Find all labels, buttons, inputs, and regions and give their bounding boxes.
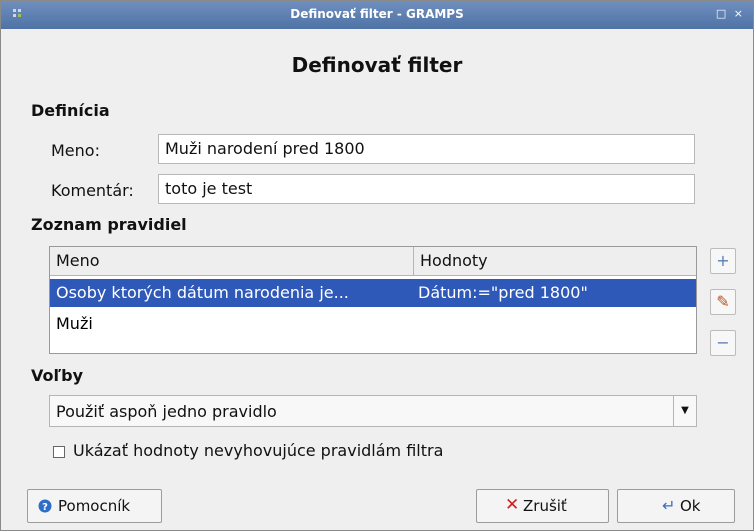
invert-option[interactable]: Ukázať hodnoty nevyhovujúce pravidlám fi… <box>53 441 443 460</box>
column-separator[interactable] <box>413 247 414 275</box>
title-bar: Definovať filter - GRAMPS □ × <box>1 1 753 29</box>
chevron-down-icon[interactable]: ▼ <box>673 396 696 426</box>
ok-button[interactable]: ↵ Ok <box>617 489 735 523</box>
rule-name: Osoby ktorých dátum narodenia je... <box>56 283 349 302</box>
invert-checkbox-label: Ukázať hodnoty nevyhovujúce pravidlám fi… <box>73 441 444 460</box>
section-options: Voľby <box>31 366 84 385</box>
rule-row[interactable]: Osoby ktorých dátum narodenia je... Dátu… <box>50 279 696 307</box>
edit-rule-button[interactable]: ✎ <box>710 289 736 315</box>
help-button-label: Pomocník <box>58 497 131 515</box>
invert-checkbox[interactable] <box>53 445 65 458</box>
rule-name: Muži <box>56 314 93 333</box>
name-field[interactable]: Muži narodení pred 1800 <box>158 134 695 164</box>
window-title: Definovať filter - GRAMPS <box>290 7 464 21</box>
rule-values: Dátum:="pred 1800" <box>418 283 588 302</box>
dialog-heading: Definovať filter <box>291 53 463 77</box>
column-header-name[interactable]: Meno <box>56 251 100 270</box>
comment-field[interactable]: toto je test <box>158 174 695 204</box>
column-header-values[interactable]: Hodnoty <box>420 251 488 270</box>
remove-rule-button[interactable]: − <box>710 330 736 356</box>
dialog-window: Definovať filter - GRAMPS □ × Definovať … <box>0 0 754 531</box>
rule-mode-value: Použiť aspoň jedno pravidlo <box>56 402 277 421</box>
help-icon: ? <box>38 499 52 513</box>
section-rules: Zoznam pravidiel <box>31 215 187 234</box>
plus-icon: + <box>716 251 730 270</box>
close-icon: ✕ <box>505 495 520 515</box>
minus-icon: − <box>716 333 730 352</box>
svg-text:?: ? <box>42 502 48 513</box>
name-label: Meno: <box>51 141 100 160</box>
section-definition: Definícia <box>31 101 110 120</box>
rule-row[interactable]: Muži <box>50 310 696 338</box>
ok-button-label: Ok <box>680 497 701 515</box>
help-button[interactable]: ? Pomocník <box>27 489 162 523</box>
add-rule-button[interactable]: + <box>710 248 736 274</box>
rules-list[interactable]: Meno Hodnoty Osoby ktorých dátum naroden… <box>49 246 697 354</box>
cancel-button-label: Zrušiť <box>523 497 567 515</box>
apply-icon: ↵ <box>662 496 676 515</box>
rules-list-header: Meno Hodnoty <box>50 247 696 276</box>
cancel-button[interactable]: ✕ Zrušiť <box>476 489 609 523</box>
comment-label: Komentár: <box>51 181 134 200</box>
edit-icon: ✎ <box>716 292 730 311</box>
window-controls[interactable]: □ × <box>716 7 745 20</box>
rule-mode-select[interactable]: Použiť aspoň jedno pravidlo ▼ <box>49 395 697 427</box>
